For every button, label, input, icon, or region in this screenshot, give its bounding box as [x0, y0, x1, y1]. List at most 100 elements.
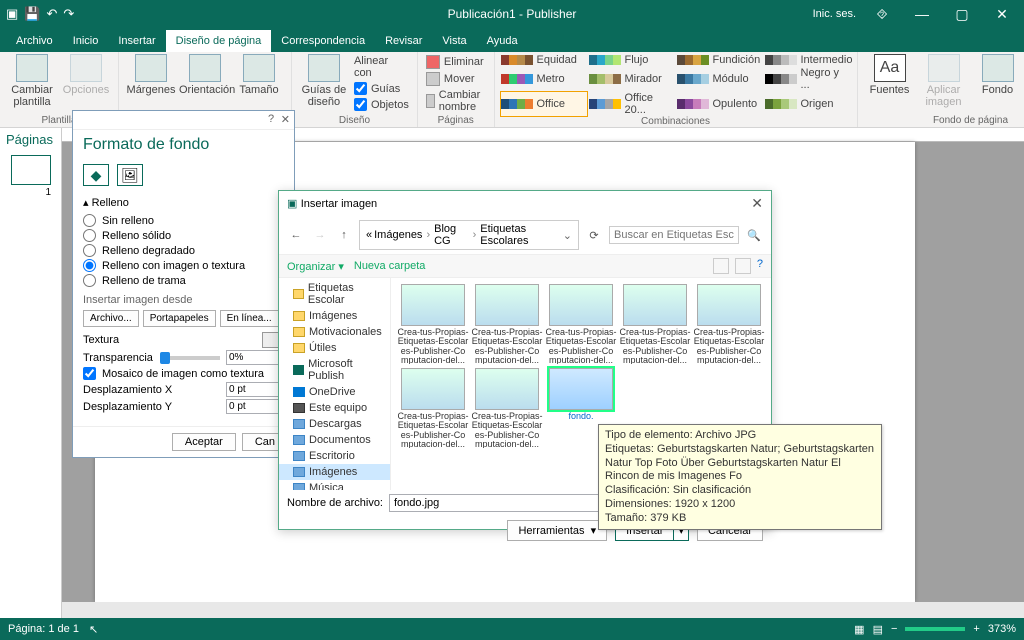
- picture-tab-icon[interactable]: 🖼: [117, 164, 143, 186]
- fill-solid-radio[interactable]: Relleno sólido: [83, 228, 284, 243]
- fill-picture-radio[interactable]: Relleno con imagen o textura: [83, 258, 284, 273]
- tree-item[interactable]: Microsoft Publish: [279, 356, 390, 384]
- color-scheme-negro y ...[interactable]: Negro y ...: [765, 67, 851, 91]
- delete-page-button[interactable]: Eliminar: [424, 54, 488, 70]
- zoom-in-icon[interactable]: +: [973, 623, 979, 635]
- dialog-close-icon[interactable]: ✕: [751, 195, 763, 212]
- tree-item[interactable]: Descargas: [279, 416, 390, 432]
- nav-fwd-icon[interactable]: →: [311, 229, 329, 241]
- transparency-input[interactable]: [226, 350, 284, 365]
- align-objects-check[interactable]: Objetos: [352, 97, 411, 112]
- insert-file-button[interactable]: Archivo...: [83, 310, 139, 327]
- nav-back-icon[interactable]: ←: [287, 229, 305, 241]
- view-options-icon[interactable]: [713, 258, 729, 274]
- zoom-slider[interactable]: [905, 627, 965, 631]
- signin-link[interactable]: Inic. ses.: [813, 8, 856, 20]
- color-scheme-intermedio[interactable]: Intermedio: [765, 54, 851, 66]
- search-icon[interactable]: 🔍: [745, 229, 763, 242]
- fill-tab-icon[interactable]: ◆: [83, 164, 109, 186]
- fonts-button[interactable]: AaFuentes: [864, 54, 916, 96]
- color-scheme-gallery[interactable]: EquidadFlujoFundiciónIntermedio MetroMira…: [501, 54, 851, 116]
- tree-item[interactable]: Imágenes: [279, 308, 390, 324]
- maximize-icon[interactable]: ▢: [948, 6, 976, 23]
- taskpane-help-icon[interactable]: ?: [268, 113, 274, 127]
- preview-pane-icon[interactable]: [735, 258, 751, 274]
- file-item[interactable]: Crea-tus-Propias-Etiquetas-Escolares-Pub…: [397, 284, 469, 364]
- undo-icon[interactable]: ↶: [46, 6, 57, 22]
- tree-item[interactable]: Etiquetas Escolar: [279, 280, 390, 308]
- tree-item[interactable]: Motivacionales: [279, 324, 390, 340]
- accept-button[interactable]: Aceptar: [172, 433, 236, 451]
- tab-archivo[interactable]: Archivo: [6, 30, 63, 52]
- size-button[interactable]: Tamaño: [233, 54, 285, 96]
- horizontal-scrollbar[interactable]: [62, 602, 1024, 618]
- margins-button[interactable]: Márgenes: [125, 54, 177, 96]
- tab-correspondencia[interactable]: Correspondencia: [271, 30, 375, 52]
- zoom-out-icon[interactable]: −: [891, 623, 897, 635]
- tree-item[interactable]: Música: [279, 480, 390, 490]
- nav-up-icon[interactable]: ↑: [335, 229, 353, 241]
- search-input[interactable]: [609, 226, 739, 244]
- tab-inicio[interactable]: Inicio: [63, 30, 109, 52]
- guides-button[interactable]: Guías de diseño: [298, 54, 350, 108]
- background-button[interactable]: Fondo: [972, 54, 1024, 96]
- color-scheme-módulo[interactable]: Módulo: [677, 67, 763, 91]
- tools-menu[interactable]: Herramientas ▾: [507, 520, 607, 541]
- tab-insertar[interactable]: Insertar: [108, 30, 165, 52]
- file-item[interactable]: Crea-tus-Propias-Etiquetas-Escolares-Pub…: [471, 368, 543, 448]
- tree-item[interactable]: Imágenes: [279, 464, 390, 480]
- taskpane-close-icon[interactable]: ✕: [281, 113, 290, 127]
- mosaic-checkbox[interactable]: Mosaico de imagen como textura: [83, 366, 284, 381]
- nav-tree[interactable]: Etiquetas EscolarImágenesMotivacionalesÚ…: [279, 278, 391, 490]
- color-scheme-flujo[interactable]: Flujo: [589, 54, 675, 66]
- color-scheme-opulento[interactable]: Opulento: [677, 92, 763, 116]
- file-item[interactable]: Crea-tus-Propias-Etiquetas-Escolares-Pub…: [545, 284, 617, 364]
- tree-item[interactable]: Escritorio: [279, 448, 390, 464]
- file-item[interactable]: Crea-tus-Propias-Etiquetas-Escolares-Pub…: [619, 284, 691, 364]
- save-icon[interactable]: 💾: [24, 6, 40, 22]
- tab-revisar[interactable]: Revisar: [375, 30, 432, 52]
- fill-none-radio[interactable]: Sin relleno: [83, 213, 284, 228]
- color-scheme-mirador[interactable]: Mirador: [589, 67, 675, 91]
- insert-clipboard-button[interactable]: Portapapeles: [143, 310, 216, 327]
- organize-menu[interactable]: Organizar ▾: [287, 260, 344, 273]
- new-folder-button[interactable]: Nueva carpeta: [354, 260, 426, 272]
- tab-vista[interactable]: Vista: [432, 30, 476, 52]
- minimize-icon[interactable]: —: [908, 6, 936, 22]
- orientation-button[interactable]: Orientación: [179, 54, 231, 96]
- change-template-button[interactable]: Cambiar plantilla: [6, 54, 58, 108]
- color-scheme-fundición[interactable]: Fundición: [677, 54, 763, 66]
- fill-pattern-radio[interactable]: Relleno de trama: [83, 273, 284, 288]
- tree-item[interactable]: Documentos: [279, 432, 390, 448]
- view-icon[interactable]: ▦: [854, 623, 864, 636]
- transparency-slider[interactable]: [160, 356, 220, 360]
- refresh-icon[interactable]: ⟳: [585, 229, 603, 242]
- move-page-button[interactable]: Mover: [424, 71, 488, 87]
- view-icon-2[interactable]: ▤: [873, 623, 883, 636]
- tree-item[interactable]: Este equipo: [279, 400, 390, 416]
- color-scheme-origen[interactable]: Origen: [765, 92, 851, 116]
- color-scheme-metro[interactable]: Metro: [501, 67, 587, 91]
- zoom-level[interactable]: 373%: [988, 623, 1016, 635]
- file-item[interactable]: Crea-tus-Propias-Etiquetas-Escolares-Pub…: [693, 284, 765, 364]
- help-icon[interactable]: ?: [757, 258, 763, 274]
- offset-y-input[interactable]: [226, 399, 284, 414]
- tab-diseno-pagina[interactable]: Diseño de página: [166, 30, 272, 52]
- fill-section-header[interactable]: ▴ Relleno: [83, 194, 284, 213]
- tab-ayuda[interactable]: Ayuda: [477, 30, 528, 52]
- color-scheme-office 20...[interactable]: Office 20...: [589, 92, 675, 116]
- fill-gradient-radio[interactable]: Relleno degradado: [83, 243, 284, 258]
- page-thumbnail[interactable]: [11, 155, 51, 185]
- color-scheme-office[interactable]: Office: [501, 92, 587, 116]
- insert-online-button[interactable]: En línea...: [220, 310, 279, 327]
- tree-item[interactable]: Útiles: [279, 340, 390, 356]
- redo-icon[interactable]: ↷: [63, 6, 74, 22]
- breadcrumb[interactable]: « Imágenes› Blog CG› Etiquetas Escolares…: [359, 220, 579, 250]
- file-item[interactable]: Crea-tus-Propias-Etiquetas-Escolares-Pub…: [397, 368, 469, 448]
- align-guides-check[interactable]: Guías: [352, 81, 411, 96]
- file-item[interactable]: Crea-tus-Propias-Etiquetas-Escolares-Pub…: [471, 284, 543, 364]
- tree-item[interactable]: OneDrive: [279, 384, 390, 400]
- offset-x-input[interactable]: [226, 382, 284, 397]
- color-scheme-equidad[interactable]: Equidad: [501, 54, 587, 66]
- close-icon[interactable]: ✕: [988, 6, 1016, 23]
